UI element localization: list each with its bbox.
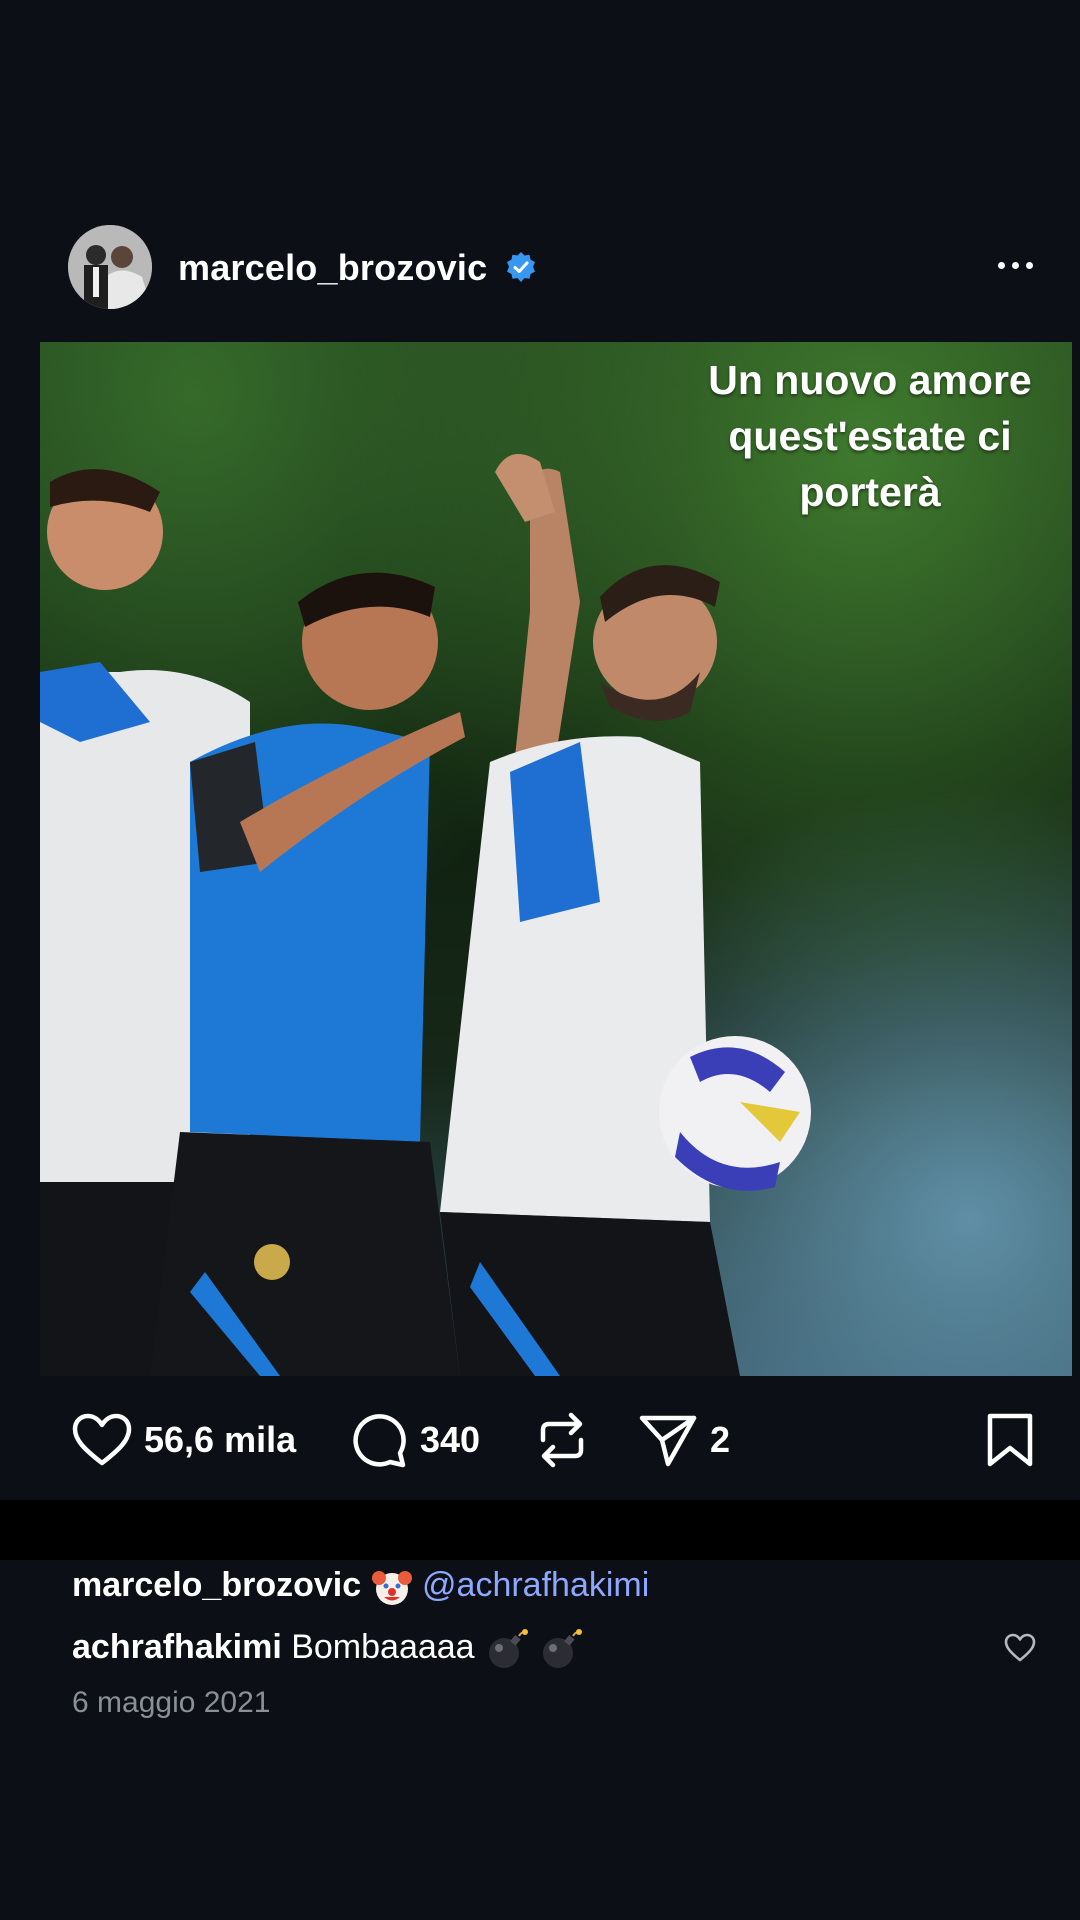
mention-link[interactable]: @achrafhakimi <box>422 1566 649 1604</box>
username[interactable]: marcelo_brozovic <box>178 247 487 289</box>
avatar[interactable] <box>68 225 152 309</box>
post-screen: marcelo_brozovic Un nuovo amore quest'es… <box>0 0 1080 1920</box>
repost-button[interactable] <box>535 1405 589 1475</box>
divider <box>0 1500 1080 1560</box>
send-icon <box>639 1415 697 1467</box>
post-image[interactable]: Un nuovo amore quest'estate ci porterà <box>40 342 1072 1376</box>
comment-heart-icon[interactable] <box>1004 1633 1036 1663</box>
image-overlay-text: Un nuovo amore quest'estate ci porterà <box>620 352 1072 520</box>
like-button[interactable]: 56,6 mila <box>72 1405 296 1475</box>
repost-icon <box>540 1412 584 1468</box>
share-count: 2 <box>710 1419 731 1460</box>
comment-author[interactable]: achrafhakimi <box>72 1628 282 1666</box>
post-header: marcelo_brozovic <box>0 225 1080 315</box>
bomb-icon <box>542 1629 582 1668</box>
overlay-line: Un nuovo amore <box>708 357 1032 403</box>
comment-icon <box>353 1414 406 1468</box>
comment-button[interactable]: 340 <box>350 1405 480 1475</box>
comment-text: Bombaaaaa <box>291 1627 475 1666</box>
post-date: 6 maggio 2021 <box>72 1686 271 1719</box>
verified-icon <box>507 252 535 282</box>
action-bar: 56,6 mila 340 2 <box>0 1405 1080 1475</box>
bomb-icon <box>489 1629 529 1668</box>
comment-author[interactable]: marcelo_brozovic <box>72 1566 361 1604</box>
more-icon[interactable] <box>990 245 1040 285</box>
bookmark-icon <box>987 1413 1033 1467</box>
overlay-line: quest'estate ci <box>728 413 1012 459</box>
right-player-figure <box>440 454 740 1376</box>
bookmark-button[interactable] <box>985 1405 1035 1475</box>
like-count: 56,6 mila <box>144 1419 297 1460</box>
caption-comment: marcelo_brozovic @achrafhakimi <box>72 1566 649 1608</box>
comment-count: 340 <box>420 1419 481 1460</box>
heart-icon <box>72 1413 132 1466</box>
reply-comment: achrafhakimi Bombaaaaa <box>72 1627 582 1671</box>
avatar-photo <box>68 225 152 309</box>
clown-face-icon <box>371 1571 412 1606</box>
overlay-line: porterà <box>799 469 941 515</box>
send-button[interactable]: 2 <box>638 1405 730 1475</box>
